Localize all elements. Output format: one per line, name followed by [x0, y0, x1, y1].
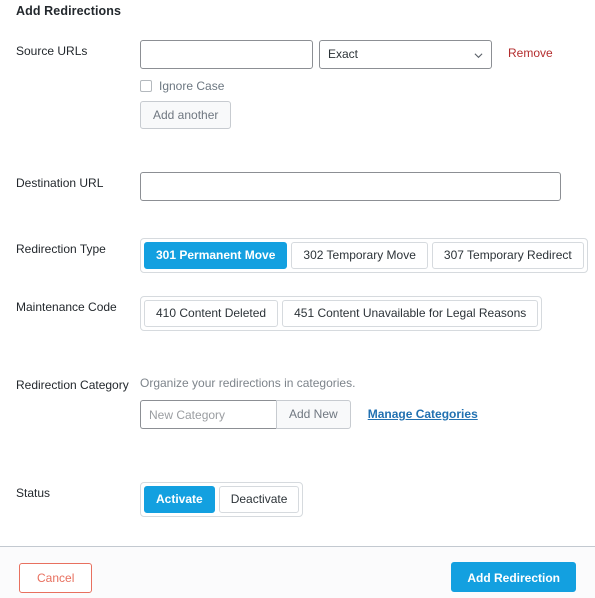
status-field: Activate Deactivate [140, 482, 595, 517]
redirection-category-label: Redirection Category [16, 378, 129, 392]
match-type-select-value: Exact [319, 40, 492, 69]
redirection-category-hint: Organize your redirections in categories… [140, 376, 356, 390]
manage-categories-link[interactable]: Manage Categories [368, 407, 478, 421]
form-row-maintenance-code: Maintenance Code 410 Content Deleted 451… [0, 296, 595, 331]
source-urls-label: Source URLs [16, 44, 88, 58]
ignore-case-label: Ignore Case [159, 79, 225, 93]
add-redirections-panel: Add Redirections Source URLs Exact Remov… [0, 0, 595, 598]
add-another-button[interactable]: Add another [140, 101, 232, 129]
form-row-redirection-category: Redirection Category Organize your redir… [0, 374, 595, 429]
form-footer: Cancel Add Redirection [0, 546, 595, 598]
maintenance-code-field: 410 Content Deleted 451 Content Unavaila… [140, 296, 595, 331]
redirection-type-label: Redirection Type [16, 242, 106, 256]
form-row-redirection-type: Redirection Type 301 Permanent Move 302 … [0, 238, 595, 273]
add-another-wrap: Add another [140, 101, 576, 129]
destination-url-label: Destination URL [16, 176, 104, 190]
remove-source-link[interactable]: Remove [508, 46, 553, 60]
destination-url-input[interactable] [140, 172, 561, 201]
redirection-type-option-302[interactable]: 302 Temporary Move [291, 242, 428, 269]
match-type-select[interactable]: Exact [319, 40, 492, 69]
redirection-category-field: Organize your redirections in categories… [140, 374, 595, 429]
add-redirection-button[interactable]: Add Redirection [451, 562, 576, 592]
source-url-line: Exact Remove [140, 40, 576, 69]
checkbox-unchecked-icon[interactable] [140, 80, 152, 92]
add-new-category-button[interactable]: Add New [276, 400, 351, 429]
destination-url-field [140, 172, 595, 201]
source-url-input[interactable] [140, 40, 313, 69]
maintenance-code-group: 410 Content Deleted 451 Content Unavaila… [140, 296, 543, 331]
cancel-button[interactable]: Cancel [19, 563, 93, 593]
redirection-type-option-301[interactable]: 301 Permanent Move [144, 242, 288, 269]
source-urls-field: Exact Remove Ignore Case Add another [140, 40, 595, 129]
form-row-source-urls: Source URLs Exact Remove Ignore Case Add… [0, 40, 595, 129]
redirection-type-group: 301 Permanent Move 302 Temporary Move 30… [140, 238, 588, 273]
status-group: Activate Deactivate [140, 482, 304, 517]
new-category-line: Add New Manage Categories [140, 400, 576, 429]
page-title: Add Redirections [16, 4, 122, 18]
status-option-deactivate[interactable]: Deactivate [218, 486, 300, 513]
status-option-activate[interactable]: Activate [144, 486, 215, 513]
new-category-input[interactable] [140, 400, 276, 429]
redirection-type-option-307[interactable]: 307 Temporary Redirect [431, 242, 584, 269]
maintenance-code-option-410[interactable]: 410 Content Deleted [144, 300, 279, 327]
maintenance-code-label: Maintenance Code [16, 300, 117, 314]
form-row-status: Status Activate Deactivate [0, 482, 595, 517]
status-label: Status [16, 486, 51, 500]
maintenance-code-option-451[interactable]: 451 Content Unavailable for Legal Reason… [282, 300, 539, 327]
ignore-case-row[interactable]: Ignore Case [140, 79, 576, 93]
redirection-type-field: 301 Permanent Move 302 Temporary Move 30… [140, 238, 595, 273]
form-row-destination-url: Destination URL [0, 172, 595, 201]
